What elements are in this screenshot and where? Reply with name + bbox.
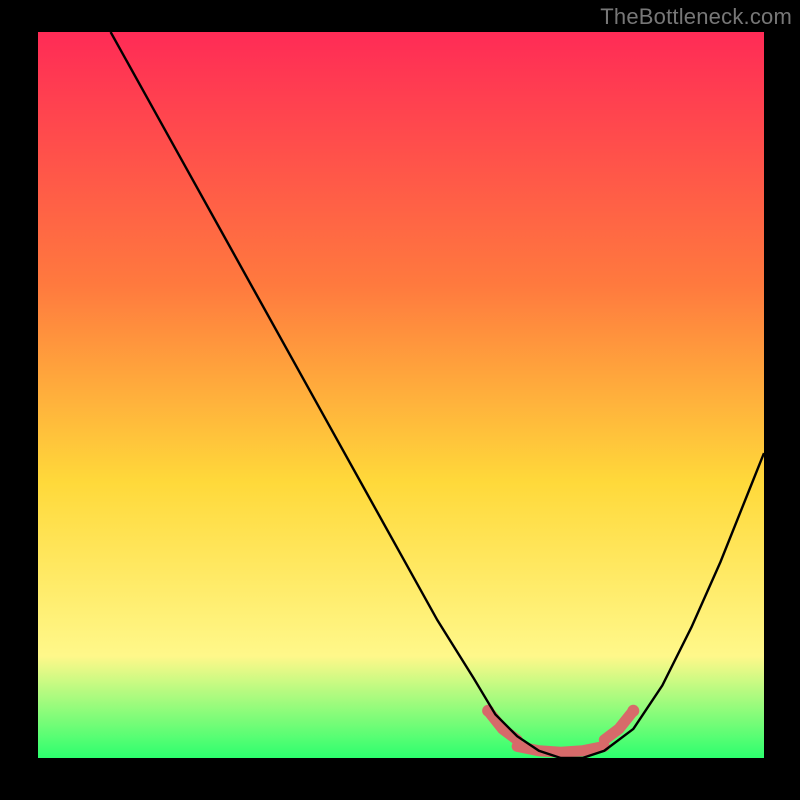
bottleneck-chart: [38, 32, 764, 758]
gradient-background: [38, 32, 764, 758]
chart-stage: TheBottleneck.com: [0, 0, 800, 800]
accent-dot-right: [627, 705, 639, 717]
accent-middle: [517, 746, 604, 752]
attribution-text: TheBottleneck.com: [600, 4, 792, 30]
